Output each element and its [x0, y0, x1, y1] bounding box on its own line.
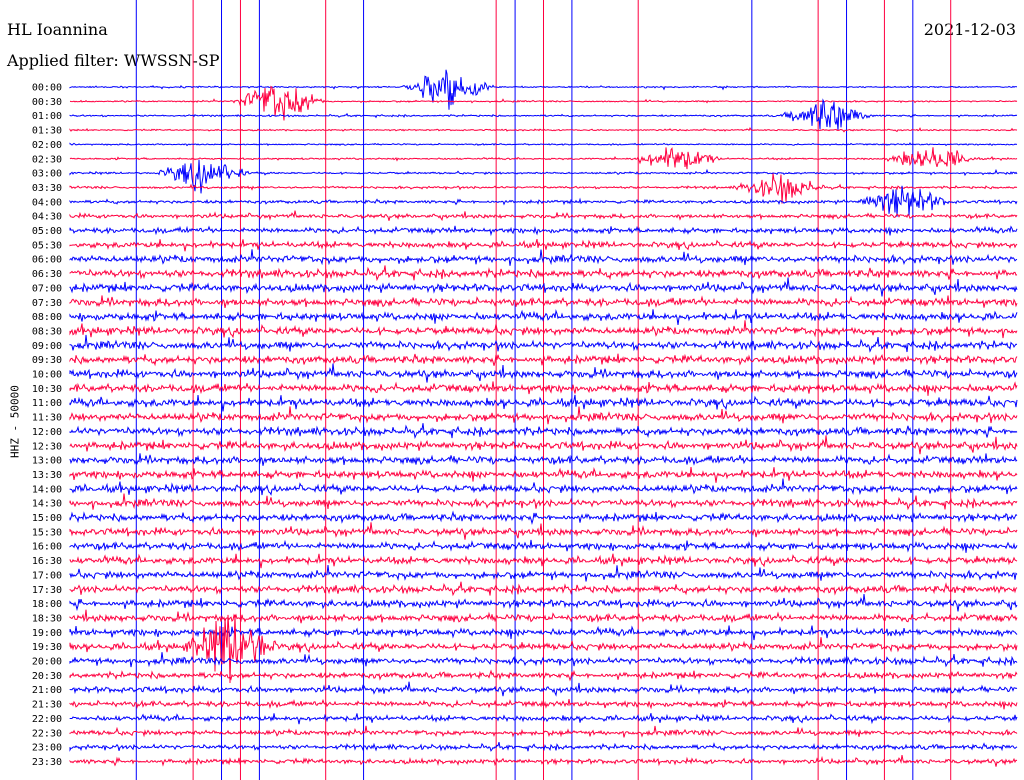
- row-time-label: 19:30: [32, 642, 62, 653]
- row-time-label: 08:30: [32, 326, 62, 337]
- row-time-label: 00:30: [32, 97, 62, 108]
- row-time-label: 09:00: [32, 341, 62, 352]
- row-time-label: 22:00: [32, 714, 62, 725]
- row-time-label: 13:00: [32, 456, 62, 467]
- row-time-label: 23:30: [32, 757, 62, 768]
- row-time-label: 10:30: [32, 384, 62, 395]
- row-time-label: 14:00: [32, 484, 62, 495]
- row-time-label: 18:00: [32, 599, 62, 610]
- row-time-label: 12:30: [32, 441, 62, 452]
- row-time-label: 02:00: [32, 140, 62, 151]
- row-time-label: 05:30: [32, 240, 62, 251]
- row-time-label: 13:30: [32, 470, 62, 481]
- row-time-label: 16:00: [32, 542, 62, 553]
- row-time-label: 23:00: [32, 743, 62, 754]
- row-time-label: 17:00: [32, 570, 62, 581]
- row-time-label: 05:00: [32, 226, 62, 237]
- row-time-label: 04:00: [32, 197, 62, 208]
- row-time-label: 11:30: [32, 413, 62, 424]
- row-time-label: 08:00: [32, 312, 62, 323]
- row-time-label: 02:30: [32, 154, 62, 165]
- row-time-label: 00:00: [32, 83, 62, 94]
- row-time-label: 19:00: [32, 628, 62, 639]
- row-time-label: 21:30: [32, 700, 62, 711]
- row-time-label: 01:00: [32, 111, 62, 122]
- row-time-label: 17:30: [32, 585, 62, 596]
- row-time-label: 12:00: [32, 427, 62, 438]
- row-time-label: 18:30: [32, 613, 62, 624]
- row-time-label: 01:30: [32, 126, 62, 137]
- row-time-label: 03:00: [32, 169, 62, 180]
- row-time-label: 14:30: [32, 499, 62, 510]
- row-time-label: 03:30: [32, 183, 62, 194]
- row-time-label: 04:30: [32, 212, 62, 223]
- row-time-label: 22:30: [32, 728, 62, 739]
- row-time-label: 06:00: [32, 255, 62, 266]
- row-time-label: 07:30: [32, 298, 62, 309]
- row-time-label: 15:00: [32, 513, 62, 524]
- row-time-label: 06:30: [32, 269, 62, 280]
- row-time-label: 09:30: [32, 355, 62, 366]
- row-time-label: 07:00: [32, 283, 62, 294]
- row-time-label: 20:00: [32, 657, 62, 668]
- row-time-label: 11:00: [32, 398, 62, 409]
- row-time-label: 21:00: [32, 685, 62, 696]
- row-time-label: 20:30: [32, 671, 62, 682]
- helicorder-plot: 00:00 00:30 01:00 01:30 02:00 02:30 03:00 03:30…: [32, 0, 1018, 780]
- row-time-label: 16:30: [32, 556, 62, 567]
- row-time-label: 10:00: [32, 370, 62, 381]
- row-time-label: 15:30: [32, 527, 62, 538]
